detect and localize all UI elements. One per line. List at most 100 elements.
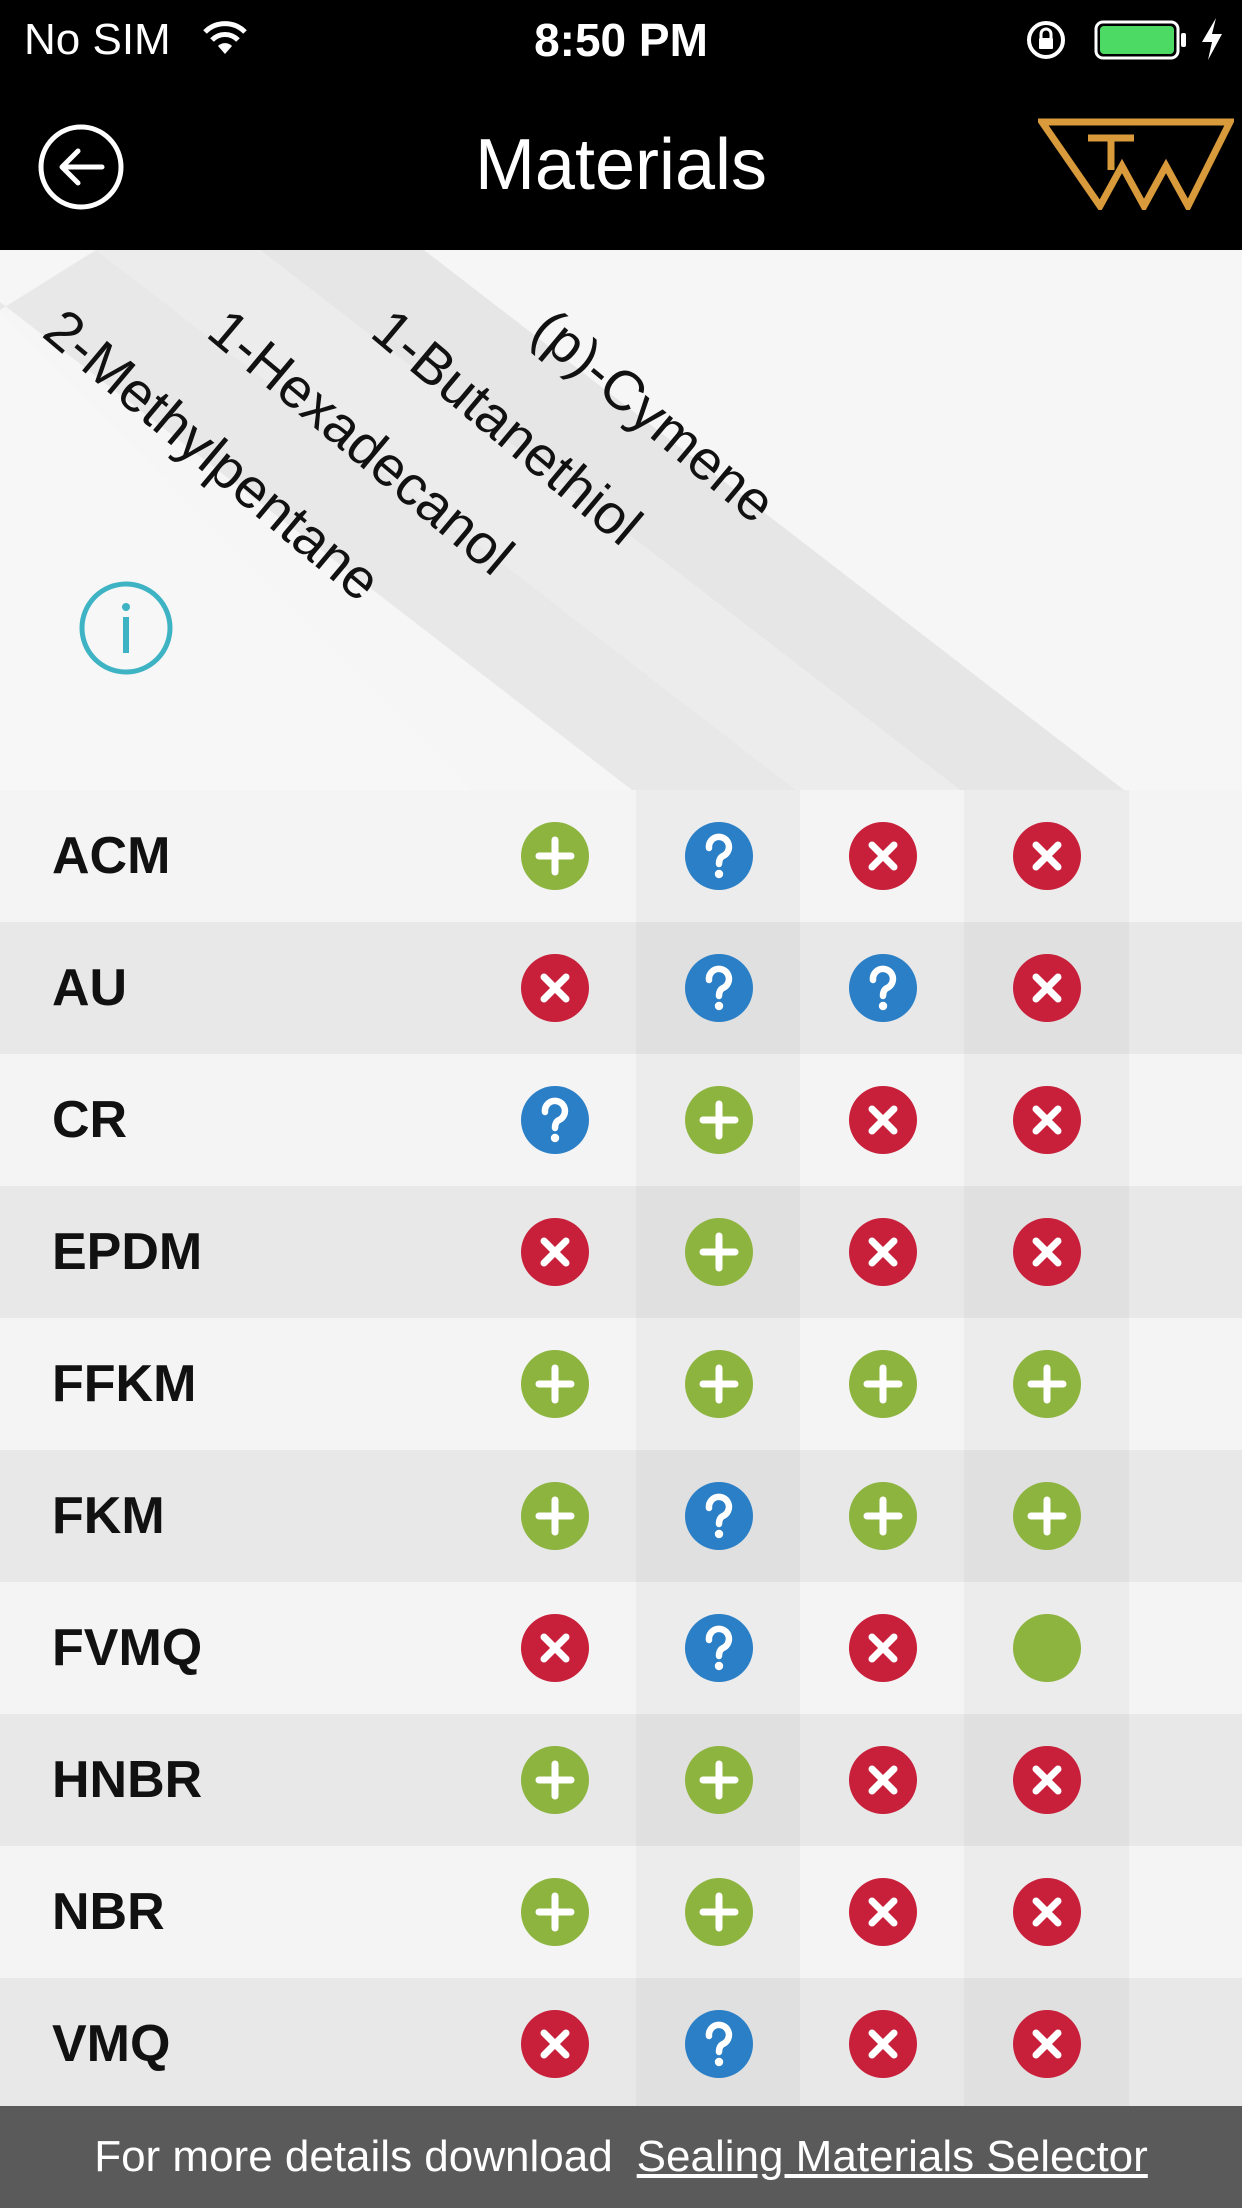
status-cell[interactable] (636, 922, 801, 1054)
compatible-plus-icon (520, 1482, 589, 1550)
info-icon[interactable] (78, 580, 174, 676)
compatibility-table: ACM AU CR EPDM FFKM FKM FVMQ HNBR NBR VMQ (0, 790, 1242, 2110)
table-row: FVMQ (0, 1582, 1242, 1714)
incompatible-x-icon (1012, 1218, 1081, 1286)
incompatible-x-icon (520, 1614, 589, 1682)
status-cell[interactable] (800, 1978, 965, 2110)
status-cell[interactable] (472, 1978, 637, 2110)
status-cell[interactable] (800, 1318, 965, 1450)
incompatible-x-icon (848, 1218, 917, 1286)
status-bar: No SIM 8:50 PM (0, 0, 1242, 80)
status-cell[interactable] (472, 1450, 637, 1582)
nav-bar: Materials (0, 80, 1242, 250)
incompatible-x-icon (520, 1218, 589, 1286)
table-row: EPDM (0, 1186, 1242, 1318)
unknown-question-icon (684, 954, 753, 1022)
material-label: NBR (52, 1883, 165, 1941)
incompatible-x-icon (1012, 2010, 1081, 2078)
status-cell[interactable] (800, 1846, 965, 1978)
status-cell[interactable] (800, 1054, 965, 1186)
material-label: FKM (52, 1487, 165, 1545)
material-label: CR (52, 1091, 128, 1149)
table-row: AU (0, 922, 1242, 1054)
compatible-plus-icon (684, 1086, 753, 1154)
status-cell[interactable] (964, 1450, 1129, 1582)
status-cell[interactable] (964, 1978, 1129, 2110)
footer-banner: For more details download Sealing Materia… (0, 2106, 1242, 2208)
battery-icon (1094, 20, 1186, 60)
compatible-plus-icon (684, 1218, 753, 1286)
incompatible-x-icon (1012, 954, 1081, 1022)
incompatible-x-icon (1012, 822, 1081, 890)
compatible-plus-icon (684, 1878, 753, 1946)
rotation-lock-icon (1027, 21, 1065, 59)
status-cell[interactable] (472, 1846, 637, 1978)
table-row: CR (0, 1054, 1242, 1186)
partial-dot-icon (1012, 1614, 1081, 1682)
unknown-question-icon (684, 1614, 753, 1682)
status-cell[interactable] (636, 1978, 801, 2110)
status-cell[interactable] (636, 790, 801, 922)
status-cell[interactable] (800, 1582, 965, 1714)
incompatible-x-icon (848, 2010, 917, 2078)
status-cell[interactable] (636, 1318, 801, 1450)
status-cell[interactable] (636, 1186, 801, 1318)
incompatible-x-icon (1012, 1878, 1081, 1946)
status-cell[interactable] (964, 1714, 1129, 1846)
compatible-plus-icon (520, 1350, 589, 1418)
compatible-plus-icon (684, 1746, 753, 1814)
status-cell[interactable] (964, 790, 1129, 922)
charging-bolt-icon (1202, 18, 1222, 60)
sealing-materials-selector-link[interactable]: Sealing Materials Selector (637, 2132, 1148, 2181)
material-label: FFKM (52, 1355, 197, 1413)
compatible-plus-icon (1012, 1482, 1081, 1550)
incompatible-x-icon (1012, 1746, 1081, 1814)
material-label: ACM (52, 827, 171, 885)
status-cell[interactable] (472, 1714, 637, 1846)
compatible-plus-icon (1012, 1350, 1081, 1418)
table-row: ACM (0, 790, 1242, 922)
material-label: EPDM (52, 1223, 203, 1281)
incompatible-x-icon (848, 1878, 917, 1946)
status-cell[interactable] (636, 1054, 801, 1186)
status-cell[interactable] (800, 922, 965, 1054)
compatible-plus-icon (520, 1746, 589, 1814)
unknown-question-icon (520, 1086, 589, 1154)
status-cell[interactable] (964, 1054, 1129, 1186)
unknown-question-icon (684, 1482, 753, 1550)
status-cell[interactable] (800, 1714, 965, 1846)
status-cell[interactable] (472, 790, 637, 922)
status-cell[interactable] (964, 1318, 1129, 1450)
table-row: VMQ (0, 1978, 1242, 2110)
status-cell[interactable] (800, 1186, 965, 1318)
incompatible-x-icon (848, 822, 917, 890)
status-cell[interactable] (636, 1450, 801, 1582)
incompatible-x-icon (848, 1746, 917, 1814)
material-label: AU (52, 959, 128, 1017)
table-row: HNBR (0, 1714, 1242, 1846)
status-cell[interactable] (636, 1714, 801, 1846)
column-header: 2-Methylpentane 1-Hexadecanol 1-Butaneth… (0, 250, 1242, 790)
status-cell[interactable] (800, 1450, 965, 1582)
status-cell[interactable] (472, 1582, 637, 1714)
status-cell[interactable] (636, 1582, 801, 1714)
material-label: HNBR (52, 1751, 203, 1809)
status-cell[interactable] (472, 1186, 637, 1318)
material-label: VMQ (52, 2015, 171, 2073)
status-cell[interactable] (472, 922, 637, 1054)
status-cell[interactable] (472, 1318, 637, 1450)
table-row: FKM (0, 1450, 1242, 1582)
unknown-question-icon (684, 2010, 753, 2078)
footer-text: For more details download (94, 2132, 613, 2181)
status-cell[interactable] (964, 1186, 1129, 1318)
status-cell[interactable] (800, 790, 965, 922)
incompatible-x-icon (520, 2010, 589, 2078)
incompatible-x-icon (848, 1086, 917, 1154)
compatible-plus-icon (848, 1482, 917, 1550)
status-cell[interactable] (964, 1846, 1129, 1978)
status-cell[interactable] (636, 1846, 801, 1978)
status-cell[interactable] (472, 1054, 637, 1186)
status-cell[interactable] (964, 1582, 1129, 1714)
compatible-plus-icon (520, 822, 589, 890)
status-cell[interactable] (964, 922, 1129, 1054)
